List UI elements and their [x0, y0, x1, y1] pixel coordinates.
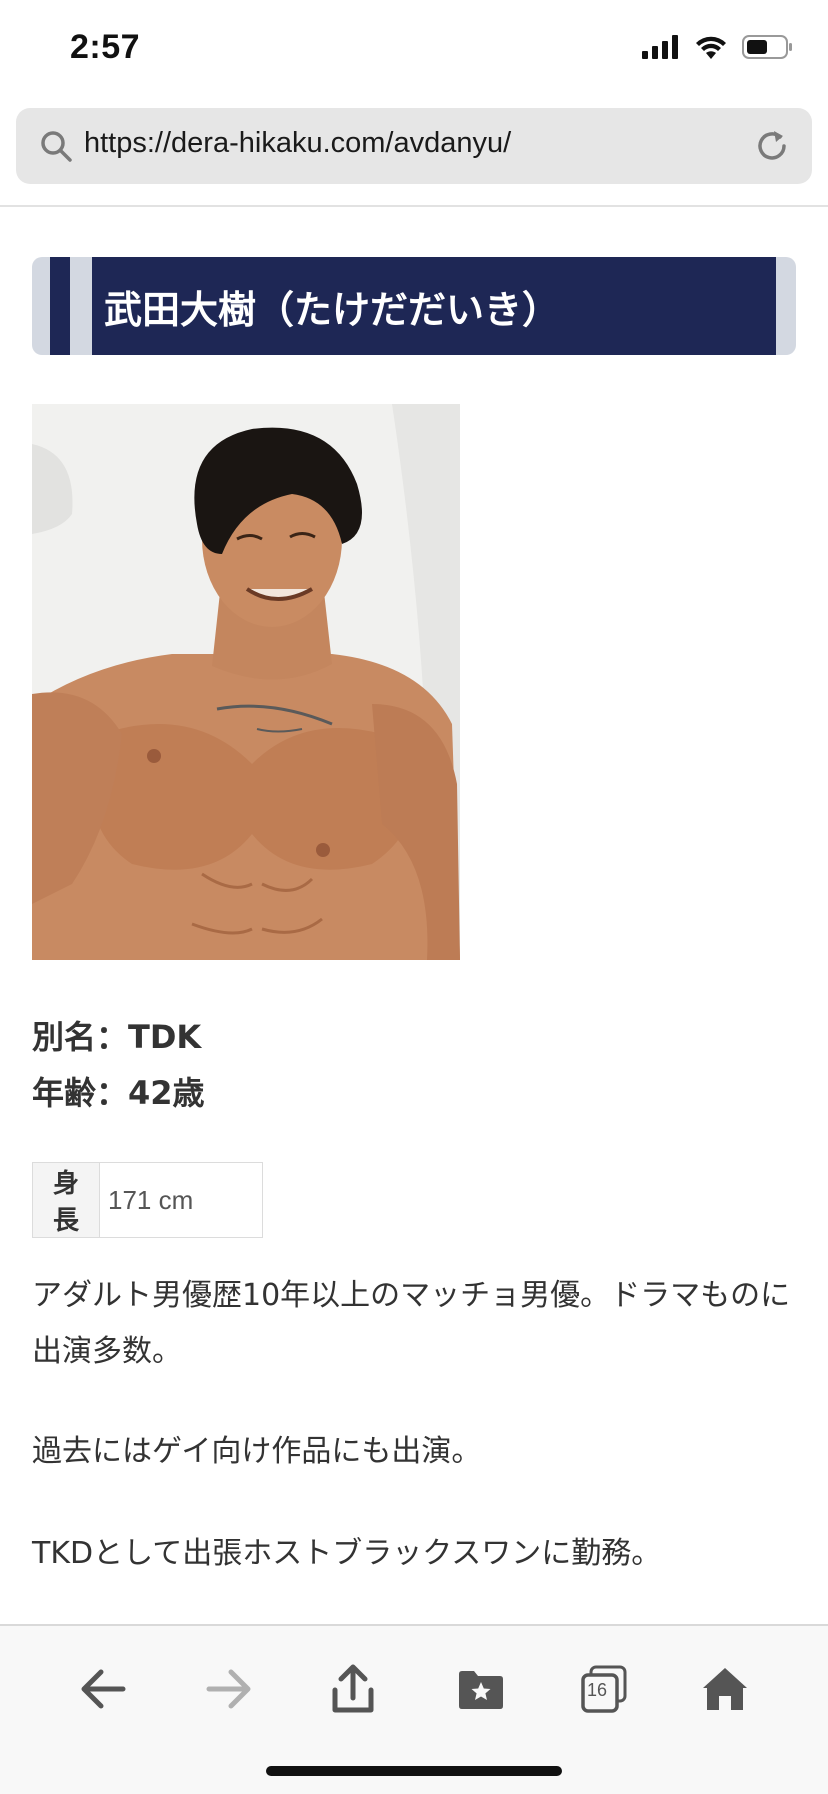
description-paragraph-1: アダルト男優歴10年以上のマッチョ男優。ドラマものに出演多数。: [32, 1278, 791, 1369]
wifi-icon: [696, 36, 726, 59]
home-indicator: [266, 1766, 562, 1776]
reload-icon[interactable]: [752, 126, 792, 166]
home-icon: [703, 1668, 747, 1710]
back-button[interactable]: [72, 1658, 134, 1720]
forward-arrow-icon: [206, 1669, 251, 1709]
height-value: 171 cm: [99, 1162, 263, 1238]
battery-icon: [742, 35, 792, 59]
profile-heading: 武田大樹（たけだだいき）: [92, 257, 776, 355]
heading-accent-bar: [50, 257, 70, 355]
url-text[interactable]: https://dera-hikaku.com/avdanyu/: [84, 127, 511, 160]
share-icon: [332, 1664, 374, 1713]
status-bar: 2:57: [0, 0, 828, 100]
tabs-button[interactable]: 16: [572, 1658, 634, 1720]
bookmarks-icon: [459, 1671, 503, 1709]
address-bar[interactable]: https://dera-hikaku.com/avdanyu/: [16, 108, 812, 184]
home-button[interactable]: [694, 1658, 756, 1720]
status-time: 2:57: [70, 28, 141, 66]
cellular-signal-icon: [642, 35, 678, 59]
table-row: 身長 171 cm: [32, 1162, 263, 1238]
header-divider: [0, 205, 828, 207]
share-button[interactable]: [322, 1658, 384, 1720]
forward-button[interactable]: [198, 1658, 260, 1720]
alias-line: 別名：TDK: [32, 1018, 202, 1056]
profile-photo-image: [32, 404, 460, 960]
tab-count: 16: [586, 1680, 608, 1700]
profile-heading-frame: 武田大樹（たけだだいき）: [32, 257, 796, 355]
height-label: 身長: [32, 1162, 100, 1238]
description-paragraph-3: TKDとして出張ホストブラックスワンに勤務。: [32, 1536, 662, 1571]
profile-name-title: 武田大樹（たけだだいき）: [104, 288, 561, 332]
description-paragraph-2: 過去にはゲイ向け作品にも出演。: [32, 1434, 482, 1469]
search-icon: [41, 131, 72, 162]
age-line: 年齢：42歳: [32, 1074, 205, 1112]
back-arrow-icon: [81, 1669, 126, 1709]
spec-table: 身長 171 cm: [32, 1162, 263, 1238]
profile-photo: [32, 404, 460, 960]
bookmarks-button[interactable]: [450, 1658, 512, 1720]
status-icons: [642, 34, 794, 60]
